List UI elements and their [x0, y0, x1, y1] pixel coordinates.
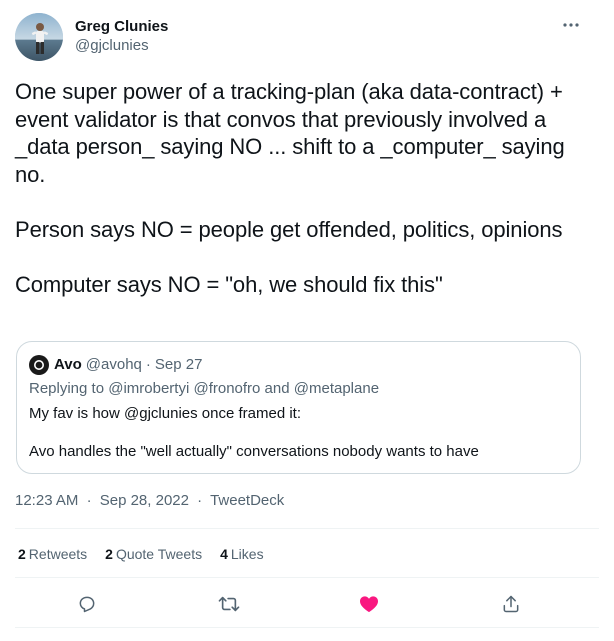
divider-top — [15, 528, 599, 529]
author-avatar[interactable] — [15, 13, 63, 61]
quoted-tweet[interactable]: Avo @avohq · Sep 27 Replying to @imrober… — [16, 341, 581, 474]
tweet-time[interactable]: 12:23 AM — [15, 492, 78, 509]
divider-bottom — [15, 627, 599, 628]
retweet-arrows-icon[interactable] — [218, 593, 240, 615]
replying-prefix: Replying to — [29, 380, 109, 397]
retweets-stat[interactable]: 2 Retweets — [18, 546, 87, 563]
tweet-paragraph-3: Computer says NO = "oh, we should fix th… — [15, 271, 443, 297]
tweet-paragraph-2: Person says NO = people get offended, po… — [15, 216, 563, 242]
more-dots-icon[interactable] — [560, 16, 582, 34]
tweet-stats: 2 Retweets 2 Quote Tweets 4 Likes — [18, 546, 282, 563]
tweet-meta: 12:23 AM · Sep 28, 2022 · TweetDeck — [15, 492, 284, 510]
quoted-date: Sep 27 — [154, 356, 203, 373]
reply-bubble-icon[interactable] — [76, 593, 98, 615]
quote-tweets-count: 2 — [105, 546, 113, 562]
quoted-text: My fav is how @gjclunies once framed it:… — [29, 404, 569, 461]
quote-tweets-label: Quote Tweets — [115, 546, 203, 562]
quoted-line-1: My fav is how @gjclunies once framed it: — [29, 405, 301, 422]
meta-separator-1: · — [86, 492, 92, 509]
likes-label: Likes — [230, 546, 264, 562]
tweet-source[interactable]: TweetDeck — [210, 492, 284, 509]
replying-and: and — [260, 380, 294, 397]
author-display-name[interactable]: Greg Clunies — [75, 17, 168, 36]
quoted-author-handle: @avohq — [85, 356, 142, 373]
tweet-author: Greg Clunies @gjclunies — [15, 13, 168, 61]
mention-metaplane[interactable]: @metaplane — [294, 380, 379, 397]
avo-logo-icon — [29, 355, 49, 375]
tweet-paragraph-1: One super power of a tracking-plan (aka … — [15, 79, 565, 187]
heart-icon[interactable] — [358, 593, 380, 615]
tweet-text: One super power of a tracking-plan (aka … — [15, 78, 599, 298]
likes-count: 4 — [220, 546, 228, 562]
share-upload-icon[interactable] — [500, 593, 522, 615]
mention-imrobertyi[interactable]: @imrobertyi — [108, 380, 189, 397]
tweet-card: Greg Clunies @gjclunies One super power … — [0, 0, 614, 641]
tweet-date[interactable]: Sep 28, 2022 — [100, 492, 189, 509]
likes-stat[interactable]: 4 Likes — [220, 546, 263, 563]
quoted-author-name: Avo — [54, 356, 82, 373]
meta-separator-2: · — [197, 492, 203, 509]
divider-middle — [15, 577, 599, 578]
mention-fronofro[interactable]: @fronofro — [193, 380, 260, 397]
replying-to: Replying to @imrobertyi @fronofro and @m… — [29, 380, 379, 398]
quote-tweets-stat[interactable]: 2 Quote Tweets — [105, 546, 202, 563]
author-handle[interactable]: @gjclunies — [75, 36, 168, 55]
quoted-separator: · — [145, 356, 151, 373]
retweets-count: 2 — [18, 546, 26, 562]
retweets-label: Retweets — [28, 546, 88, 562]
tweet-actions — [0, 590, 614, 620]
quoted-line-2: Avo handles the "well actually" conversa… — [29, 443, 479, 460]
